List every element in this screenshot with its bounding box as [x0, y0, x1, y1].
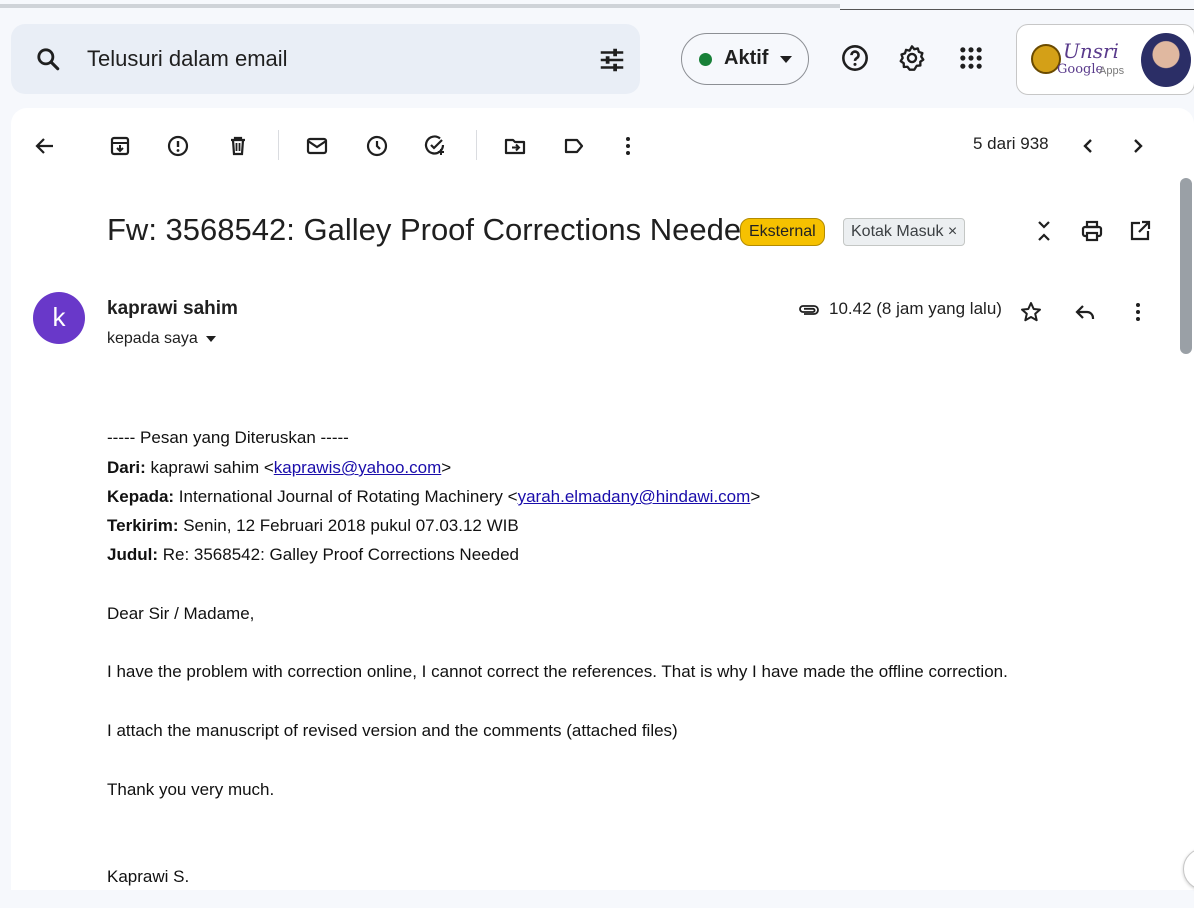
email-timestamp: 10.42 (8 jam yang lalu) [829, 299, 1002, 318]
status-label: Aktif [724, 47, 769, 69]
settings-icon[interactable] [898, 44, 926, 72]
message-panel: 5 dari 938 Fw: 3568542: Galley Proof Cor… [11, 108, 1194, 890]
fwd-to-label: Kepada: [107, 487, 175, 506]
scrollbar-thumb[interactable] [1180, 178, 1192, 354]
fwd-to-name: International Journal of Rotating Machin… [174, 487, 518, 506]
move-to-folder-icon[interactable] [503, 134, 527, 158]
body-paragraph: I have the problem with correction onlin… [107, 662, 1008, 681]
search-input[interactable]: Telusuri dalam email [87, 46, 288, 72]
attachment-icon [799, 305, 819, 315]
top-border [0, 0, 1194, 12]
fwd-sent-line: Terkirim: Senin, 12 Februari 2018 pukul … [107, 516, 519, 536]
avatar[interactable] [1141, 33, 1191, 87]
archive-icon[interactable] [108, 134, 132, 158]
account-switcher[interactable]: Unsri Google Apps [1016, 24, 1194, 95]
snooze-clock-icon[interactable] [365, 134, 389, 158]
more-vert-icon[interactable] [1126, 300, 1150, 324]
fwd-sent-label: Terkirim: [107, 516, 179, 535]
toolbar-divider [476, 130, 477, 160]
greeting: Dear Sir / Madame, [107, 604, 255, 623]
signature: Kaprawi S. [107, 867, 190, 886]
chevron-left-icon[interactable] [1076, 134, 1100, 158]
fwd-to-line: Kepada: International Journal of Rotatin… [107, 487, 760, 507]
chevron-down-icon [205, 335, 216, 342]
fwd-subject-value: Re: 3568542: Galley Proof Corrections Ne… [158, 545, 519, 564]
report-spam-icon[interactable] [166, 134, 190, 158]
more-vert-icon[interactable] [616, 134, 640, 158]
chevron-down-icon [780, 56, 792, 63]
fwd-from-label: Dari: [107, 458, 146, 477]
collapse-all-icon[interactable] [1032, 219, 1056, 243]
recipient-details-toggle[interactable]: kepada saya [107, 330, 216, 348]
fwd-to-close: > [750, 487, 761, 506]
chevron-right-icon[interactable] [1126, 134, 1150, 158]
body-paragraph: Thank you very much. [107, 780, 275, 799]
sender-name[interactable]: kaprawi sahim [107, 298, 238, 320]
fwd-subject-line: Judul: Re: 3568542: Galley Proof Correct… [107, 545, 519, 565]
add-task-icon[interactable] [423, 134, 447, 158]
open-new-window-icon[interactable] [1128, 219, 1152, 243]
brand-text: Unsri [1063, 39, 1119, 63]
search-bar[interactable]: Telusuri dalam email [11, 24, 640, 94]
help-icon[interactable] [841, 44, 869, 72]
brand-google-text: Google [1057, 62, 1104, 77]
fwd-sent-value: Senin, 12 Februari 2018 pukul 07.03.12 W… [178, 516, 519, 535]
delete-icon[interactable] [226, 134, 250, 158]
recipient-label: kepada saya [107, 330, 198, 347]
forward-header: ----- Pesan yang Diteruskan ----- [107, 428, 349, 447]
back-arrow-icon[interactable] [33, 134, 57, 158]
fwd-to-email-link[interactable]: yarah.elmadany@hindawi.com [518, 487, 751, 506]
mark-unread-icon[interactable] [305, 134, 329, 158]
search-options-icon[interactable] [597, 45, 627, 75]
body-paragraph: I attach the manuscript of revised versi… [107, 721, 678, 740]
sender-avatar[interactable]: k [33, 292, 85, 344]
fwd-from-name: kaprawi sahim < [145, 458, 274, 477]
email-subject: Fw: 3568542: Galley Proof Corrections Ne… [107, 212, 759, 247]
label-icon[interactable] [562, 134, 586, 158]
fwd-subject-label: Judul: [107, 545, 158, 564]
external-badge: Eksternal [740, 218, 825, 246]
star-icon[interactable] [1019, 300, 1043, 324]
fwd-from-close: > [441, 458, 452, 477]
fwd-from-email-link[interactable]: kaprawis@yahoo.com [274, 458, 442, 477]
status-button[interactable]: Aktif [681, 33, 809, 85]
brand-apps-text: Apps [1099, 65, 1125, 77]
status-dot [699, 53, 712, 66]
search-icon[interactable] [35, 46, 61, 72]
print-icon[interactable] [1080, 219, 1104, 243]
apps-grid-icon[interactable] [957, 44, 985, 72]
reply-icon[interactable] [1073, 300, 1097, 324]
inbox-label-chip[interactable]: Kotak Masuk × [843, 218, 966, 246]
fwd-from-line: Dari: kaprawi sahim <kaprawis@yahoo.com> [107, 458, 451, 478]
toolbar-divider [278, 130, 279, 160]
message-counter: 5 dari 938 [973, 134, 1049, 153]
